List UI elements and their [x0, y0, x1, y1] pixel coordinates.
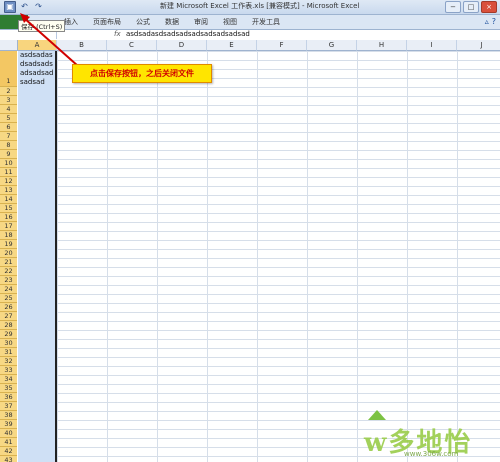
minimize-button[interactable]: − — [445, 1, 461, 13]
row-header[interactable]: 42 — [0, 447, 17, 456]
row-header[interactable]: 10 — [0, 159, 17, 168]
row-header[interactable]: 39 — [0, 420, 17, 429]
column-header[interactable]: D — [157, 40, 207, 51]
column-header[interactable]: A — [18, 40, 57, 51]
row-header[interactable]: 28 — [0, 321, 17, 330]
column-header[interactable]: H — [357, 40, 407, 51]
row-header[interactable]: 22 — [0, 267, 17, 276]
watermark-logo: w多地怡 www.306w.com — [330, 410, 500, 462]
cell-a1[interactable]: asdsadasdsadsadsadsadsadsadsad — [20, 51, 56, 87]
row-header[interactable]: 26 — [0, 303, 17, 312]
row-header[interactable]: 3 — [0, 96, 17, 105]
row-header[interactable]: 17 — [0, 222, 17, 231]
ribbon-tabs: 插入 页面布局 公式 数据 审阅 视图 开发工具 ▵ ? — [0, 15, 500, 30]
row-header[interactable]: 25 — [0, 294, 17, 303]
undo-icon[interactable]: ↶ — [19, 1, 30, 12]
watermark-url: www.306w.com — [404, 450, 459, 458]
column-header[interactable]: E — [207, 40, 257, 51]
spreadsheet-grid: A B C D E F G H I J asdsadasdsadsadsadsa… — [0, 40, 500, 462]
row-header[interactable]: 21 — [0, 258, 17, 267]
column-header[interactable]: C — [107, 40, 157, 51]
row-header[interactable]: 36 — [0, 393, 17, 402]
column-header[interactable]: I — [407, 40, 457, 51]
tab-formulas[interactable]: 公式 — [136, 17, 150, 27]
row-header[interactable]: 29 — [0, 330, 17, 339]
row-header[interactable]: 30 — [0, 339, 17, 348]
row-header[interactable]: 27 — [0, 312, 17, 321]
minimize-ribbon-icon[interactable]: ▵ — [485, 17, 489, 26]
tab-insert[interactable]: 插入 — [64, 17, 78, 27]
row-header[interactable]: 24 — [0, 285, 17, 294]
column-header[interactable]: B — [57, 40, 107, 51]
close-button[interactable]: × — [481, 1, 497, 13]
row-header[interactable]: 13 — [0, 186, 17, 195]
title-bar: ▣ ↶ ↷ 新建 Microsoft Excel 工作表.xls [兼容模式] … — [0, 0, 500, 15]
row-header[interactable]: 7 — [0, 132, 17, 141]
row-header[interactable]: 12 — [0, 177, 17, 186]
row-header[interactable]: 16 — [0, 213, 17, 222]
row-header[interactable]: 43 — [0, 456, 17, 462]
column-header[interactable]: J — [457, 40, 500, 51]
row-header[interactable]: 31 — [0, 348, 17, 357]
redo-icon[interactable]: ↷ — [33, 1, 44, 12]
row-header[interactable]: 40 — [0, 429, 17, 438]
row-header[interactable]: 15 — [0, 204, 17, 213]
row-header[interactable]: 33 — [0, 366, 17, 375]
instruction-callout: 点击保存按钮，之后关闭文件 — [72, 64, 212, 83]
formula-input[interactable]: asdsadasdsadsadsadsadsadsadsad — [126, 30, 250, 38]
row-header[interactable]: 9 — [0, 150, 17, 159]
row-header[interactable]: 38 — [0, 411, 17, 420]
row-header[interactable]: 4 — [0, 105, 17, 114]
maximize-button[interactable]: □ — [463, 1, 479, 13]
fx-icon[interactable]: fx — [114, 30, 121, 38]
window-controls: − □ × — [445, 1, 497, 13]
column-a-selected[interactable] — [18, 51, 56, 462]
tab-developer[interactable]: 开发工具 — [252, 17, 280, 27]
row-header[interactable]: 34 — [0, 375, 17, 384]
row-header[interactable]: 37 — [0, 402, 17, 411]
row-header[interactable]: 32 — [0, 357, 17, 366]
save-tooltip: 保存 (Ctrl+S) — [18, 20, 66, 32]
row-header[interactable]: 14 — [0, 195, 17, 204]
row-header[interactable]: 20 — [0, 249, 17, 258]
row-header[interactable]: 11 — [0, 168, 17, 177]
row-header[interactable]: 41 — [0, 438, 17, 447]
tab-view[interactable]: 视图 — [223, 17, 237, 27]
row-header[interactable]: 2 — [0, 87, 17, 96]
row-header[interactable]: 8 — [0, 141, 17, 150]
column-header[interactable]: G — [307, 40, 357, 51]
row-header[interactable]: 5 — [0, 114, 17, 123]
quick-access-toolbar: ▣ ↶ ↷ — [4, 1, 44, 13]
row-header[interactable]: 35 — [0, 384, 17, 393]
select-all-corner[interactable] — [0, 40, 18, 51]
selection-border — [55, 51, 57, 462]
column-header[interactable]: F — [257, 40, 307, 51]
tab-data[interactable]: 数据 — [165, 17, 179, 27]
tab-review[interactable]: 审阅 — [194, 17, 208, 27]
row-header[interactable]: 19 — [0, 240, 17, 249]
window-title: 新建 Microsoft Excel 工作表.xls [兼容模式] - Micr… — [160, 2, 360, 10]
row-header[interactable]: 18 — [0, 231, 17, 240]
row-header[interactable]: 6 — [0, 123, 17, 132]
watermark-triangle-icon — [368, 410, 386, 420]
row-header[interactable]: 23 — [0, 276, 17, 285]
help-icon[interactable]: ? — [492, 17, 496, 26]
save-icon[interactable]: ▣ — [4, 1, 16, 13]
cell-area[interactable] — [57, 51, 500, 462]
row-header[interactable]: 1 — [0, 51, 17, 87]
row-headers: 1 2 3 4 5 6 7 8 9 10 11 12 13 14 15 16 17 18 19 20 21 22 23 24 2… — [0, 51, 17, 462]
tab-page-layout[interactable]: 页面布局 — [93, 17, 121, 27]
